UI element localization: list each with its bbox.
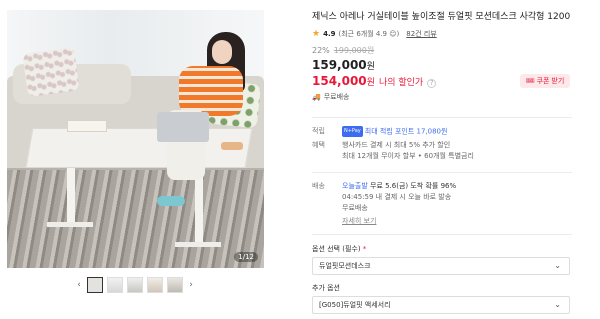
scene-books — [67, 120, 107, 132]
thumbnail[interactable] — [147, 277, 163, 293]
points-text: 최대 적립 포인트 17,080원 — [364, 127, 448, 136]
coupon-icon: 🎟 — [525, 78, 535, 85]
desk-foot — [47, 222, 93, 227]
delivery-value: 오늘출발 무료 5.6(금) 도착 확률 96% 04:45:59 내 결제 시… — [342, 181, 572, 227]
required-option-select[interactable]: 듀얼핏모션데스크 ⌄ — [312, 257, 570, 275]
my-price-value: 154,000 — [312, 74, 367, 88]
points-key: 적립 — [312, 127, 325, 135]
delivery-free: 무료배송 — [342, 204, 368, 212]
delivery-cutoff: 04:45:59 내 결제 시 오늘 바로 발송 — [342, 193, 452, 201]
required-mark: * — [362, 245, 367, 253]
scene-person-face — [212, 40, 232, 64]
points-row: 적립 N+Pay 최대 적립 포인트 17,080원 — [312, 126, 572, 138]
benefit-key: 혜택 — [312, 141, 325, 149]
delivery-line: 오늘출발 무료 5.6(금) 도착 확률 96% — [342, 181, 572, 192]
reviews-link[interactable]: 82건 리뷰 — [406, 29, 436, 39]
sale-price-unit: 원 — [366, 62, 375, 72]
required-option-label: 옵션 선택 (필수) * — [312, 244, 366, 254]
my-price-unit: 원 — [366, 78, 375, 88]
thumbnail[interactable] — [167, 277, 183, 293]
points-value: N+Pay 최대 적립 포인트 17,080원 — [342, 126, 572, 138]
extra-option-select[interactable]: [G050]듀얼핏 액세서리 ⌄ — [312, 296, 570, 314]
benefit-line: 최대 12개월 무이자 할부 • 60개월 특별금리 — [342, 152, 474, 160]
star-icon: ★ — [312, 28, 321, 39]
scene-mousepad — [221, 142, 243, 150]
chevron-down-icon: ⌄ — [554, 261, 561, 270]
scene-shoe — [157, 196, 185, 206]
discount-rate: 22% — [312, 46, 330, 55]
discount-line: 22% 199,000원 — [312, 45, 572, 56]
benefit-row: 혜택 행사카드 결제 시 최대 5% 추가 할인 최대 12개월 무이자 할부 … — [312, 140, 572, 164]
sale-price-value: 159,000 — [312, 58, 367, 72]
extra-option-label: 추가 옵션 — [312, 284, 340, 292]
delivery-row: 배송 오늘출발 무료 5.6(금) 도착 확률 96% 04:45:59 내 결… — [312, 181, 572, 227]
image-counter: 1/12 — [234, 252, 258, 262]
thumb-next-icon[interactable]: › — [187, 280, 195, 290]
rating-row: ★ 4.9 (최근 6개월 4.9 ☺) 82건 리뷰 — [312, 29, 572, 39]
desk-leg — [67, 168, 75, 226]
scene-person-body — [179, 66, 243, 116]
chevron-down-icon: ⌄ — [554, 300, 561, 309]
scene-pillow — [22, 46, 80, 98]
rating-score: 4.9 — [323, 30, 336, 38]
delivery-eta: 무료 5.6(금) 도착 확률 96% — [370, 182, 457, 190]
scene-laptop — [157, 112, 209, 142]
thumb-prev-icon[interactable]: ‹ — [75, 280, 83, 290]
help-icon[interactable]: ? — [427, 78, 437, 88]
scene-rug — [7, 170, 264, 268]
truck-icon: 🚚 — [312, 93, 321, 101]
rating-summary: (최근 6개월 4.9 ☺) — [338, 30, 400, 38]
delivery-detail-link[interactable]: 자세히 보기 — [342, 217, 376, 225]
free-shipping: 🚚 무료배송 — [312, 92, 572, 102]
product-main-image[interactable]: 1/12 — [7, 10, 264, 268]
benefit-line: 행사카드 결제 시 최대 5% 추가 할인 — [342, 141, 451, 149]
thumbnail[interactable] — [127, 277, 143, 293]
original-price: 199,000원 — [333, 46, 375, 55]
free-shipping-text: 무료배송 — [323, 93, 350, 101]
benefit-value: 행사카드 결제 시 최대 5% 추가 할인 최대 12개월 무이자 할부 • 6… — [342, 140, 572, 162]
required-option-value: 듀얼핏모션데스크 — [319, 262, 371, 270]
product-title: 제닉스 아레나 거실테이블 높이조절 듀얼핏 모션데스크 사각형 1200 — [312, 12, 571, 22]
today-ship-tag: 오늘출발 — [342, 182, 368, 190]
npay-badge: N+Pay — [342, 126, 363, 137]
coupon-button[interactable]: 🎟 쿠폰 받기 — [520, 74, 570, 88]
desk-foot — [175, 242, 221, 247]
scene-desk — [25, 128, 253, 168]
thumbnail-strip: ‹ › — [75, 276, 195, 294]
divider — [312, 234, 572, 235]
required-option-text: 옵션 선택 (필수) — [312, 245, 361, 253]
my-price-label: 나의 할인가 — [378, 78, 424, 88]
extra-option-value: [G050]듀얼핏 액세서리 — [319, 301, 391, 309]
sale-price: 159,000원 — [312, 58, 572, 72]
thumbnail[interactable] — [107, 277, 123, 293]
divider — [312, 117, 572, 118]
divider — [312, 172, 572, 173]
my-price: 154,000원 — [312, 74, 375, 88]
delivery-key: 배송 — [312, 182, 325, 190]
thumbnail[interactable] — [87, 277, 103, 293]
coupon-label: 쿠폰 받기 — [536, 78, 565, 85]
product-info: 제닉스 아레나 거실테이블 높이조절 듀얼핏 모션데스크 사각형 1200 ★ … — [312, 10, 572, 102]
